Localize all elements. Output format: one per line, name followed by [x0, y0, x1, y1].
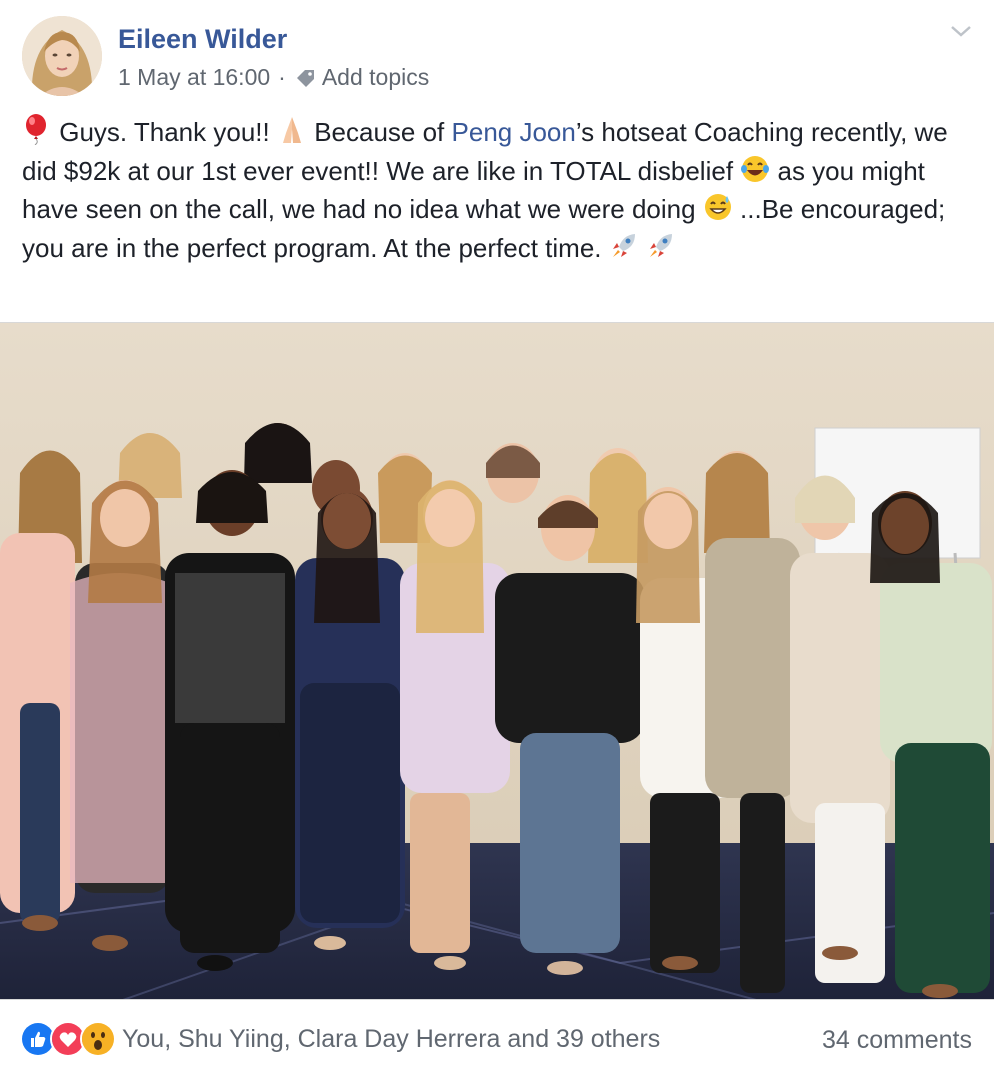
author-avatar[interactable]: [22, 16, 102, 96]
group-photo: [0, 323, 994, 999]
wow-icon: [80, 1021, 116, 1057]
praying-hands-emoji: [282, 117, 301, 143]
chevron-down-icon[interactable]: [948, 20, 974, 42]
tag-icon: [296, 69, 314, 87]
reaction-icons[interactable]: [20, 1019, 116, 1059]
add-topics-link[interactable]: Add topics: [322, 64, 429, 91]
post-footer: You, Shu Yiing, Clara Day Herrera and 39…: [20, 1012, 976, 1066]
rocket-emoji: [612, 233, 635, 257]
rocket-emoji: [649, 233, 672, 257]
author-name[interactable]: Eileen Wilder: [118, 24, 287, 55]
post-photo[interactable]: [0, 322, 994, 1000]
balloon-emoji: [26, 114, 46, 145]
post-timestamp[interactable]: 1 May at 16:00: [118, 64, 270, 91]
reaction-summary[interactable]: You, Shu Yiing, Clara Day Herrera and 39…: [122, 1025, 660, 1054]
post-text-part: Because of: [306, 117, 452, 147]
grinning-sweat-emoji: [704, 194, 731, 220]
meta-separator: ·: [278, 64, 286, 90]
tears-of-joy-emoji: [741, 155, 770, 182]
post-header: Eileen Wilder 1 May at 16:00 · Add topic…: [20, 14, 980, 98]
comments-count[interactable]: 34 comments: [822, 1026, 972, 1055]
post-card: Eileen Wilder 1 May at 16:00 · Add topic…: [0, 0, 994, 1066]
post-meta: 1 May at 16:00 · Add topics: [118, 64, 429, 91]
post-text: Guys. Thank you!! Because of Peng Joon’s…: [22, 113, 972, 267]
mention-link[interactable]: Peng Joon: [452, 117, 576, 147]
post-text-part: Guys. Thank you!!: [52, 117, 277, 147]
